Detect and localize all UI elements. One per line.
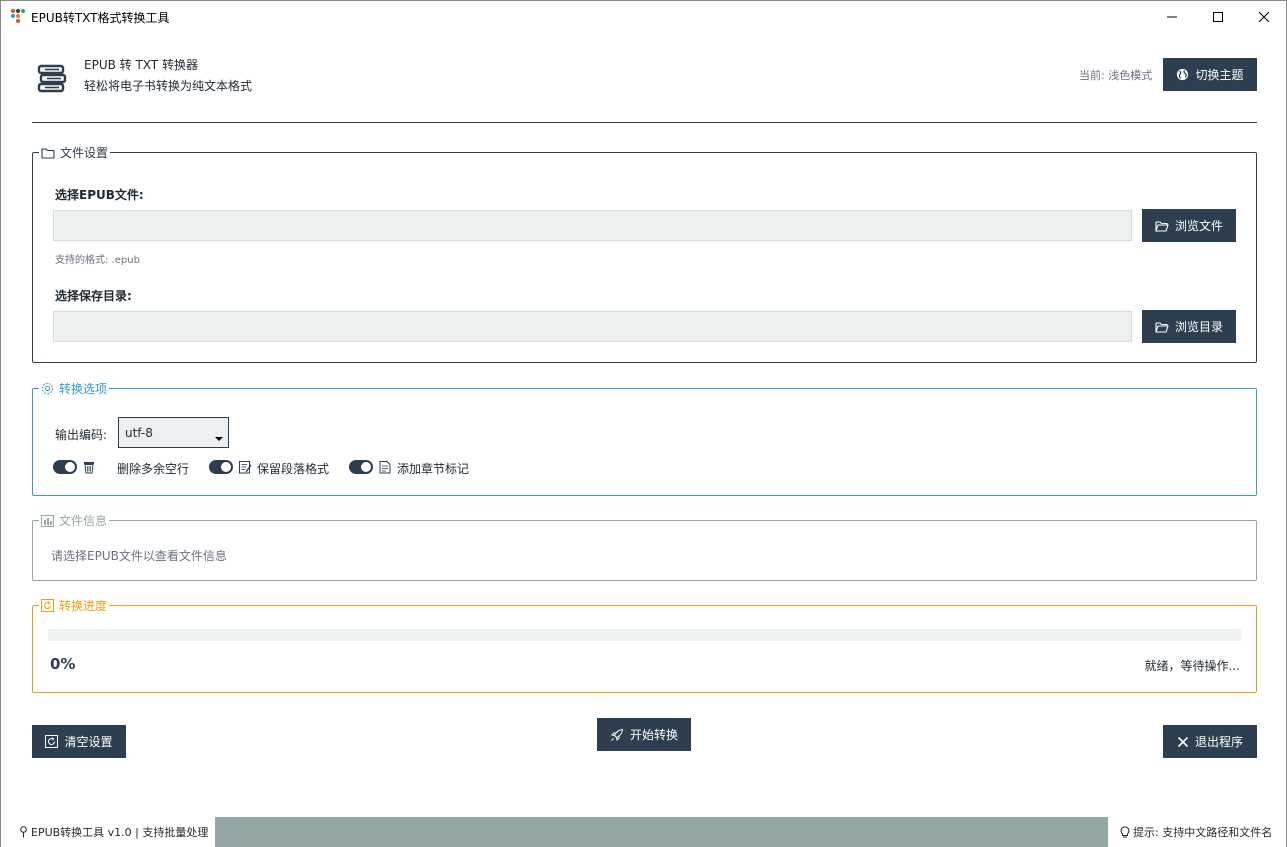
toggle-theme-label: 切换主题 — [1195, 68, 1244, 82]
refresh-icon — [41, 599, 54, 612]
options-title: 转换选项 — [59, 382, 108, 396]
progress-title: 转换进度 — [59, 599, 108, 613]
browse-dir-button[interactable]: 浏览目录 — [1142, 310, 1236, 343]
options-legend: 转换选项 — [39, 380, 110, 397]
close-icon — [1177, 736, 1189, 747]
file-settings-title: 文件设置 — [60, 146, 109, 160]
memo-icon — [239, 461, 252, 474]
app-subtitle: 轻松将电子书转换为纯文本格式 — [84, 79, 253, 93]
books-icon — [37, 64, 67, 93]
file-settings-group: 文件设置 选择EPUB文件: 浏览文件 支持的格式: .epub 选择保存目录:… — [32, 144, 1257, 363]
file-settings-legend: 文件设置 — [39, 144, 111, 161]
progress-status: 就绪，等待操作... — [1144, 659, 1240, 673]
chevron-down-icon — [215, 437, 223, 441]
encoding-label: 输出编码: — [55, 428, 108, 442]
start-convert-button[interactable]: 开始转换 — [597, 718, 691, 751]
title-bar: EPUB转TXT格式转换工具 — [1, 1, 1286, 32]
epub-file-input[interactable] — [53, 210, 1132, 241]
pin-icon — [20, 826, 27, 838]
file-info-legend: 文件信息 — [39, 512, 110, 529]
statusbar-spacer — [215, 817, 1108, 847]
lightbulb-icon — [1120, 825, 1130, 837]
folder-open-icon — [1155, 321, 1169, 333]
toggle-keep-paragraphs[interactable] — [209, 460, 233, 474]
add-chapter-marks-label: 添加章节标记 — [397, 462, 470, 476]
toggle-remove-blank-lines[interactable] — [53, 460, 77, 474]
keep-paragraphs-label: 保留段落格式 — [257, 462, 330, 476]
start-convert-label: 开始转换 — [629, 728, 678, 742]
statusbar-version-text: EPUB转换工具 v1.0 | 支持批量处理 — [31, 826, 209, 839]
header-divider — [32, 122, 1257, 123]
maximize-button[interactable] — [1195, 1, 1241, 32]
globe-icon — [1177, 68, 1189, 81]
close-icon — [1259, 11, 1269, 22]
minimize-button[interactable] — [1149, 1, 1195, 32]
save-dir-label: 选择保存目录: — [55, 289, 132, 303]
app-title: EPUB 转 TXT 转换器 — [84, 58, 198, 72]
close-button[interactable] — [1241, 1, 1287, 32]
progress-percent: 0% — [50, 655, 76, 673]
options-group: 转换选项 输出编码: utf-8 删除多余空行 保留段落格式 添加章节标记 — [32, 380, 1257, 496]
trash-icon — [84, 462, 94, 474]
epub-file-label: 选择EPUB文件: — [55, 188, 144, 202]
file-info-title: 文件信息 — [59, 514, 108, 528]
bar-chart-icon — [41, 514, 54, 527]
minimize-icon — [1167, 16, 1177, 17]
theme-mode-label: 当前: 浅色模式 — [1079, 69, 1153, 82]
file-info-group: 文件信息 请选择EPUB文件以查看文件信息 — [32, 512, 1257, 581]
progress-group: 转换进度 0% 就绪，等待操作... — [32, 597, 1257, 693]
app-logo-icon — [11, 9, 25, 23]
progress-legend: 转换进度 — [39, 597, 110, 614]
supported-format-hint: 支持的格式: .epub — [55, 255, 140, 266]
toggle-theme-button[interactable]: 切换主题 — [1163, 58, 1257, 91]
browse-file-button[interactable]: 浏览文件 — [1142, 209, 1236, 242]
statusbar-tip-text: 提示: 支持中文路径和文件名 — [1133, 826, 1273, 839]
exit-button[interactable]: 退出程序 — [1163, 725, 1257, 758]
clear-settings-button[interactable]: 清空设置 — [32, 725, 126, 758]
statusbar-tip: 提示: 支持中文路径和文件名 — [1108, 817, 1286, 847]
browse-dir-label: 浏览目录 — [1174, 320, 1223, 334]
clear-settings-label: 清空设置 — [64, 735, 113, 749]
app-window: EPUB转TXT格式转换工具 EPUB 转 TXT 转换器 轻松将电子书转换为纯… — [0, 0, 1287, 847]
maximize-icon — [1213, 11, 1223, 22]
remove-blank-lines-label: 删除多余空行 — [117, 462, 190, 476]
encoding-value: utf-8 — [125, 425, 153, 440]
file-info-placeholder: 请选择EPUB文件以查看文件信息 — [51, 549, 227, 563]
window-title: EPUB转TXT格式转换工具 — [31, 11, 170, 25]
refresh-icon — [45, 735, 59, 748]
progress-bar — [48, 629, 1241, 641]
save-dir-input[interactable] — [53, 311, 1132, 342]
browse-file-label: 浏览文件 — [1174, 219, 1223, 233]
gear-icon — [41, 382, 54, 395]
encoding-select[interactable]: utf-8 — [118, 417, 229, 448]
toggle-add-chapter-marks[interactable] — [349, 460, 373, 474]
document-icon — [379, 461, 391, 474]
exit-label: 退出程序 — [1194, 735, 1243, 749]
folder-icon — [41, 147, 55, 159]
rocket-icon — [610, 728, 624, 741]
folder-open-icon — [1155, 220, 1169, 232]
statusbar-version: EPUB转换工具 v1.0 | 支持批量处理 — [1, 817, 215, 847]
